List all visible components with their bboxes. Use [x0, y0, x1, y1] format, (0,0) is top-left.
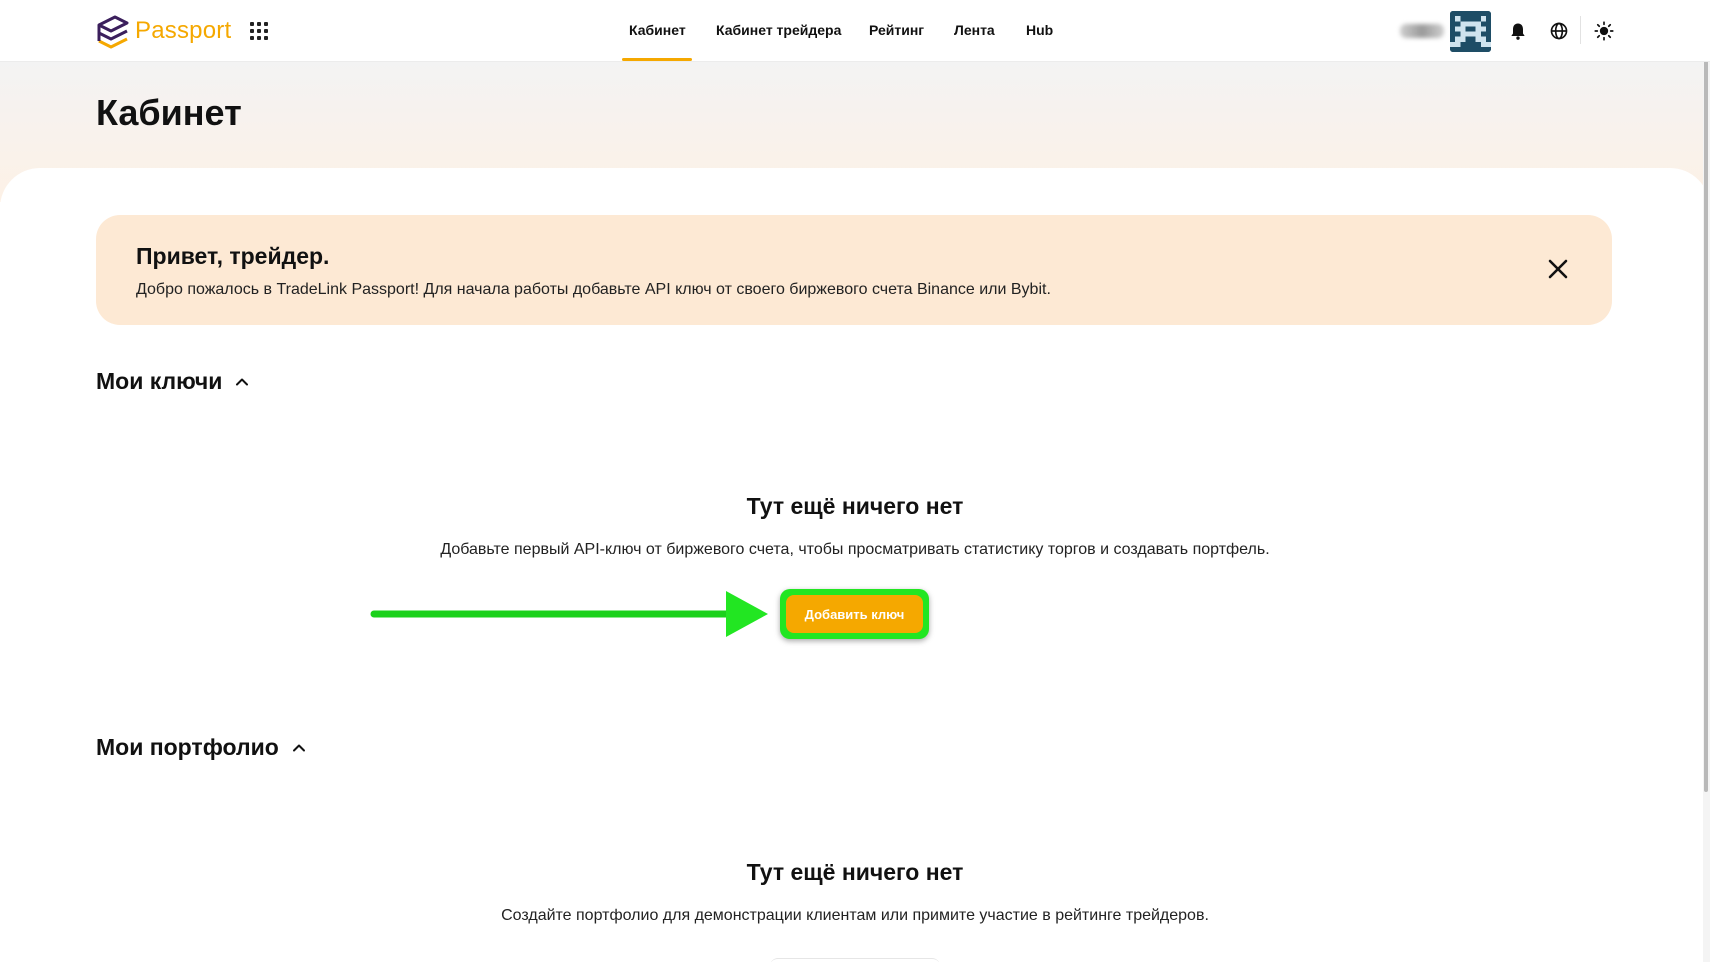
- bell-icon[interactable]: [1508, 21, 1528, 41]
- active-tab-indicator: [622, 58, 692, 61]
- logo-text: Passport: [135, 17, 232, 44]
- username-blurred[interactable]: [1400, 24, 1444, 38]
- globe-icon[interactable]: [1549, 21, 1569, 41]
- logo[interactable]: Passport: [95, 13, 231, 49]
- welcome-banner: Привет, трейдер. Добро пожалось в TradeL…: [96, 215, 1612, 325]
- nav-item-cabinet[interactable]: Кабинет: [629, 22, 686, 38]
- page-scrollbar[interactable]: [1703, 0, 1710, 962]
- banner-title: Привет, трейдер.: [136, 243, 330, 269]
- add-key-button[interactable]: Добавить ключ: [786, 595, 923, 633]
- highlight-arrow: [370, 591, 768, 637]
- keys-section-heading: Мои ключи: [96, 368, 223, 394]
- avatar[interactable]: [1450, 11, 1491, 52]
- keys-section-toggle[interactable]: Мои ключи: [96, 368, 252, 395]
- chevron-up-icon: [236, 378, 249, 385]
- create-portfolio-button-partial[interactable]: [770, 958, 940, 962]
- chevron-up-icon: [292, 744, 305, 751]
- portfolio-section-toggle[interactable]: Мои портфолио: [96, 734, 309, 761]
- nav-item-rating[interactable]: Рейтинг: [869, 22, 924, 38]
- portfolio-empty-title: Тут ещё ничего нет: [746, 859, 964, 885]
- header-divider: [1580, 16, 1581, 44]
- nav-item-hub[interactable]: Hub: [1026, 22, 1053, 38]
- close-icon[interactable]: [1546, 257, 1570, 281]
- passport-logo-icon: [97, 15, 129, 49]
- portfolio-empty-text: Создайте портфолио для демонстрации клие…: [501, 907, 1209, 924]
- top-header: Passport Кабинет Кабинет трейдера Рейтин…: [0, 0, 1710, 62]
- sun-icon[interactable]: [1594, 21, 1614, 41]
- nav-item-trader-cabinet[interactable]: Кабинет трейдера: [716, 22, 841, 38]
- banner-text: Добро пожалось в TradeLink Passport! Для…: [136, 281, 1051, 298]
- keys-empty-text: Добавьте первый API-ключ от биржевого сч…: [440, 541, 1270, 558]
- add-key-highlight: Добавить ключ: [780, 589, 929, 639]
- portfolio-section-heading: Мои портфолио: [96, 734, 279, 760]
- keys-empty-title: Тут ещё ничего нет: [746, 493, 964, 519]
- scrollbar-thumb[interactable]: [1704, 6, 1708, 792]
- apps-grid-icon[interactable]: [250, 22, 268, 40]
- page-title: Кабинет: [96, 92, 242, 133]
- nav-item-feed[interactable]: Лента: [954, 22, 995, 38]
